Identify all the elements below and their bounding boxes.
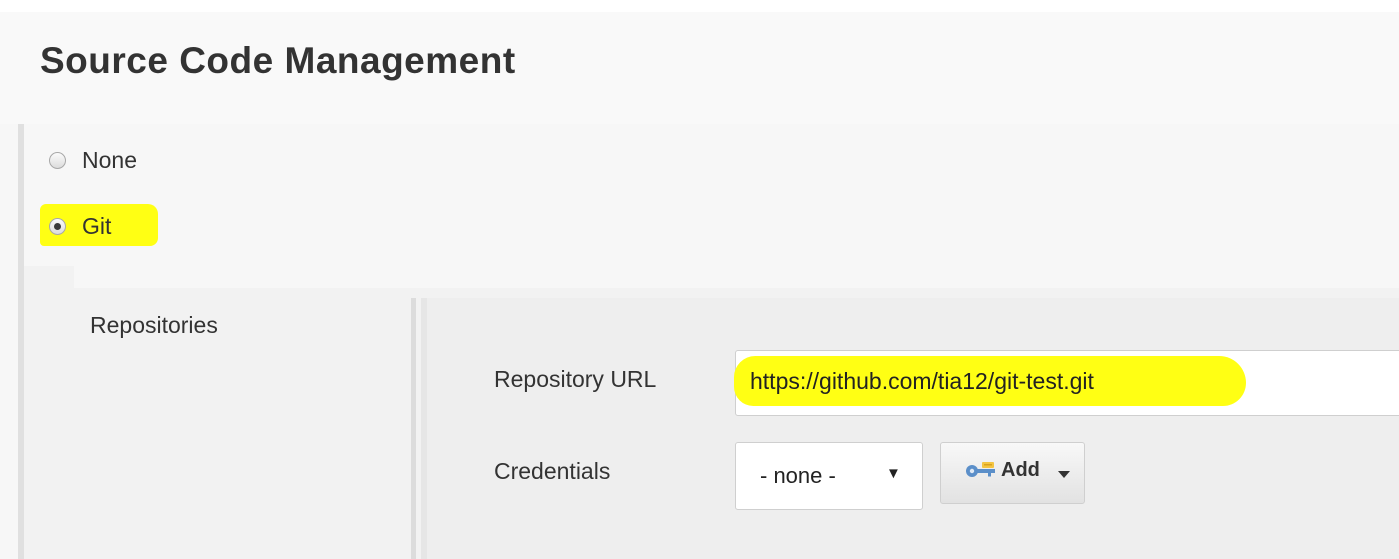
radio-none-label[interactable]: None [82,147,137,174]
scm-option-git[interactable]: Git [36,206,111,246]
caret-down-icon [1058,471,1070,478]
repository-url-value[interactable]: https://github.com/tia12/git-test.git [750,368,1094,395]
radio-git-label[interactable]: Git [82,213,111,240]
top-strip [0,0,1399,12]
credentials-select-value: - none - [760,463,836,488]
repository-panel [427,298,1399,559]
triangle-down-icon: ▼ [886,465,901,482]
section-title: Source Code Management [40,40,516,81]
credentials-label: Credentials [494,458,611,484]
repositories-label: Repositories [90,312,218,338]
scm-config-screen: Source Code Management None Git Reposito… [0,0,1399,559]
add-button-label: Add [1001,459,1040,481]
radio-none[interactable] [49,151,66,169]
key-icon [966,462,995,477]
radio-git[interactable] [49,217,66,235]
git-config-panel-top [74,266,1399,288]
repository-url-label: Repository URL [494,366,657,392]
credentials-select[interactable]: - none - ▼ [735,442,923,510]
add-credentials-button[interactable]: Add [940,442,1085,504]
scm-option-none[interactable]: None [36,140,137,180]
panel-divider [411,298,416,559]
